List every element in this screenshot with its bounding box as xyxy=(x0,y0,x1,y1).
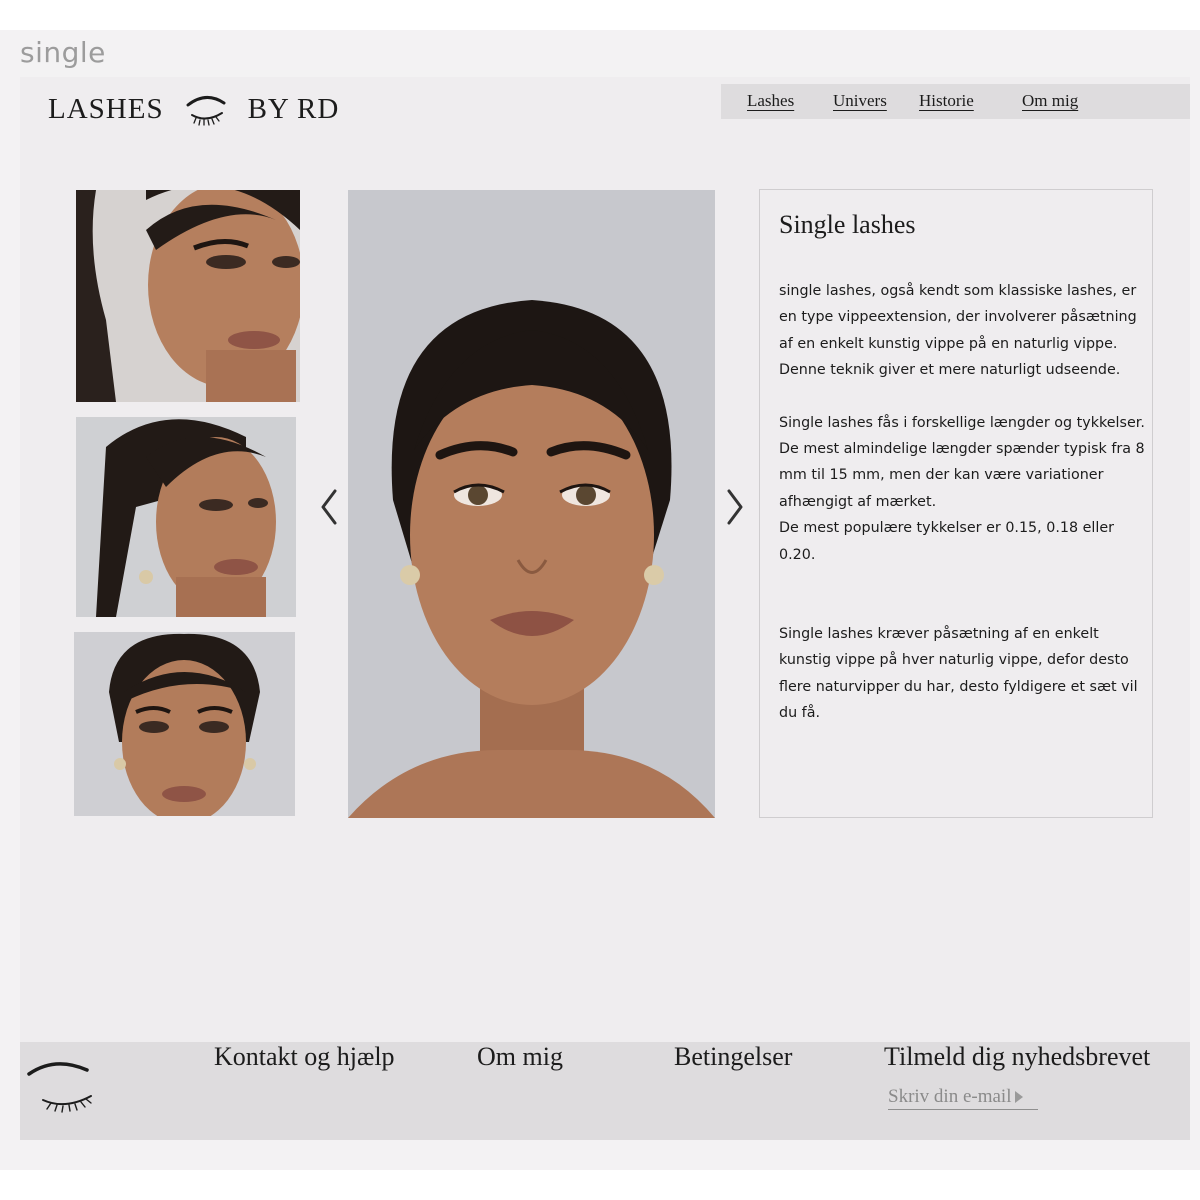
text-line: De mest populære tykkelser er 0.15, 0.18… xyxy=(779,520,1115,563)
artboard-label: single xyxy=(20,36,106,69)
text-line: kunstig vippe på hver naturlig vippe, de… xyxy=(779,652,1129,669)
chevron-left-icon[interactable] xyxy=(317,487,341,527)
nav-link-univers[interactable]: Univers xyxy=(833,91,887,111)
footer-link-nyhedsbrev[interactable]: Tilmeld dig nyhedsbrevet xyxy=(884,1042,1150,1072)
info-paragraph-2: Single lashes fås i forskellige længder … xyxy=(779,410,1146,568)
text-line: single lashes, også kendt som klassiske … xyxy=(779,283,1137,299)
top-nav: Lashes Univers Historie Om mig xyxy=(721,84,1190,119)
main-photo xyxy=(348,190,715,818)
thumbnail-2[interactable] xyxy=(76,417,296,617)
text-line: flere naturvipper du har, desto fyldiger… xyxy=(779,678,1138,695)
text-line: afhængigt af mærket. xyxy=(779,493,937,510)
portrait-image xyxy=(348,190,715,818)
portrait-image xyxy=(76,417,296,617)
eye-lash-icon xyxy=(27,1062,92,1113)
footer-link-betingelser[interactable]: Betingelser xyxy=(674,1042,792,1072)
logo-text-right: BY RD xyxy=(247,92,340,125)
text-line: Denne teknik giver et mere naturligt uds… xyxy=(779,362,1121,379)
chevron-right-icon[interactable] xyxy=(723,487,747,527)
email-input[interactable] xyxy=(888,1085,1018,1108)
footer-link-kontakt[interactable]: Kontakt og hjælp xyxy=(214,1042,395,1072)
info-paragraph-1: single lashes, også kendt som klassiske … xyxy=(779,278,1146,384)
thumbnail-3[interactable] xyxy=(74,632,295,816)
page: LASHES BY RD Lashes Univers Historie Om … xyxy=(20,77,1190,1140)
thumbnail-1[interactable] xyxy=(76,190,300,402)
nav-link-historie[interactable]: Historie xyxy=(919,91,974,111)
info-title: Single lashes xyxy=(779,210,916,239)
nav-link-lashes[interactable]: Lashes xyxy=(747,91,794,111)
eye-lash-icon xyxy=(186,96,226,126)
text-line: af en enkelt kunstig vippe på en naturli… xyxy=(779,335,1118,352)
text-line: du få. xyxy=(779,705,821,722)
footer-link-om-mig[interactable]: Om mig xyxy=(477,1042,563,1072)
text-line: Single lashes kræver påsætning af en enk… xyxy=(779,626,1099,643)
logo[interactable]: LASHES BY RD xyxy=(48,89,339,129)
play-arrow-icon[interactable] xyxy=(1014,1090,1024,1104)
nav-link-om-mig[interactable]: Om mig xyxy=(1022,91,1078,111)
info-panel: Single lashes single lashes, også kendt … xyxy=(759,189,1153,818)
info-paragraph-3: Single lashes kræver påsætning af en enk… xyxy=(779,621,1146,727)
text-line: mm til 15 mm, men der kan være variation… xyxy=(779,467,1104,484)
text-line: en type vippeextension, der involverer p… xyxy=(779,309,1137,326)
footer: Kontakt og hjælp Om mig Betingelser Tilm… xyxy=(20,1042,1190,1140)
portrait-image xyxy=(74,632,295,816)
newsletter-email-field xyxy=(888,1084,1038,1110)
logo-text-left: LASHES xyxy=(48,92,164,125)
portrait-image xyxy=(76,190,300,402)
text-line: De mest almindelige længder spænder typi… xyxy=(779,441,1145,458)
text-line: Single lashes fås i forskellige længder … xyxy=(779,414,1145,431)
